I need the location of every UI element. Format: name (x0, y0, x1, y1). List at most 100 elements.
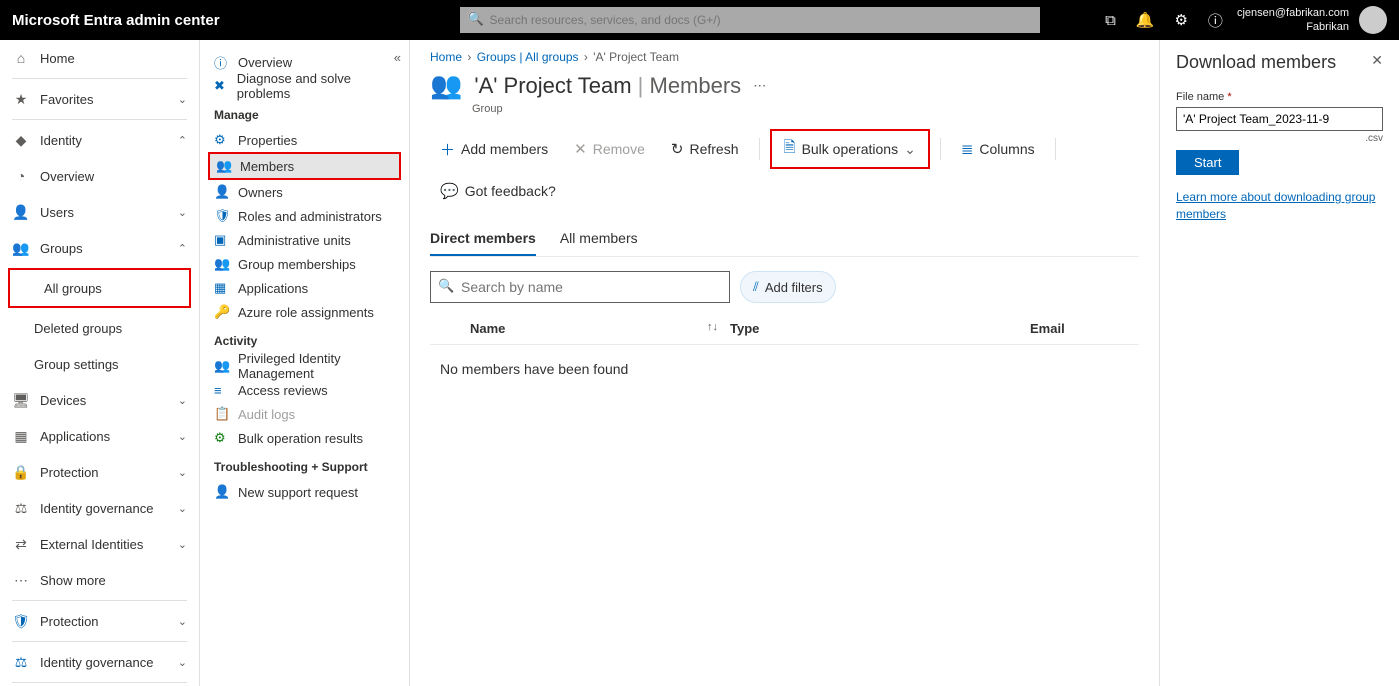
help-icon[interactable]: ⓘ (1208, 10, 1223, 31)
governance-icon: ⚖ (12, 500, 30, 517)
nav-users[interactable]: 👤Users⌄ (0, 194, 199, 230)
nav-protection-2[interactable]: 🛡Protection⌄ (0, 603, 199, 639)
table-header: Name ↑↓ Type Email (430, 313, 1139, 345)
crumb-home[interactable]: Home (430, 50, 462, 64)
admin-units-icon: ▣ (214, 232, 230, 248)
res-access-reviews[interactable]: ≡Access reviews (208, 378, 401, 402)
bulk-operations-button[interactable]: 🗎Bulk operations ⌄ (774, 133, 926, 165)
res-applications[interactable]: ▦Applications (208, 276, 401, 300)
roles-icon: 🛡 (214, 208, 230, 224)
nav-external-identities[interactable]: ⇄External Identities⌄ (0, 526, 199, 562)
res-diagnose[interactable]: ✖Diagnose and solve problems (208, 74, 401, 98)
nav-show-more[interactable]: ⋯Show more (0, 562, 199, 598)
account-info[interactable]: cjensen@fabrikan.com Fabrikan (1237, 6, 1349, 35)
settings-icon[interactable]: ⚙ (1174, 11, 1187, 29)
document-icon: 🗎 (784, 137, 796, 162)
filter-row: 🔍 ⫽Add filters (430, 271, 1139, 303)
res-group-memberships[interactable]: 👥Group memberships (208, 252, 401, 276)
breadcrumb: Home › Groups | All groups › 'A' Project… (430, 50, 1139, 64)
res-support[interactable]: 👤New support request (208, 480, 401, 504)
close-icon[interactable]: ✕ (1371, 52, 1383, 69)
res-members[interactable]: 👥Members (210, 154, 399, 178)
res-heading-manage: Manage (214, 108, 395, 122)
crumb-groups[interactable]: Groups | All groups (477, 50, 579, 64)
panel-title: Download members (1176, 52, 1336, 73)
refresh-button[interactable]: ↻Refresh (661, 133, 749, 165)
home-icon: ⌂ (12, 50, 30, 66)
col-email[interactable]: Email (1030, 321, 1065, 336)
tab-all-members[interactable]: All members (560, 222, 638, 256)
toolbar: ＋Add members ✕Remove ↻Refresh 🗎Bulk oper… (430, 129, 1139, 212)
identity-icon: ◆ (12, 132, 30, 149)
search-icon: 🔍 (468, 11, 484, 27)
download-panel: Download members ✕ File name * .csv Star… (1159, 40, 1399, 686)
global-search-input[interactable] (460, 7, 1040, 33)
start-button[interactable]: Start (1176, 150, 1239, 175)
chevron-up-icon: ⌃ (178, 242, 187, 255)
info-icon: ⓘ (214, 53, 230, 72)
external-icon: ⇄ (12, 536, 30, 553)
plus-icon: ＋ (440, 139, 455, 160)
nav-all-groups[interactable]: All groups (10, 270, 189, 306)
learn-more-link[interactable]: Learn more about downloading group membe… (1176, 189, 1383, 223)
res-audit-logs[interactable]: 📋Audit logs (208, 402, 401, 426)
page-subtitle: Group (472, 103, 1139, 115)
res-bulk-results[interactable]: ⚙Bulk operation results (208, 426, 401, 450)
collapse-resource-button[interactable]: « (394, 50, 401, 65)
tab-direct-members[interactable]: Direct members (430, 222, 536, 256)
tenant-name: Fabrikan (1237, 20, 1349, 34)
more-icon[interactable]: ⋯ (753, 78, 766, 94)
search-icon: 🔍 (438, 278, 454, 294)
res-pim[interactable]: 👥Privileged Identity Management (208, 354, 401, 378)
refresh-icon: ↻ (671, 140, 684, 158)
columns-button[interactable]: ≣Columns (951, 133, 1045, 165)
res-admin-units[interactable]: ▣Administrative units (208, 228, 401, 252)
nav-group-settings[interactable]: Group settings (0, 346, 199, 382)
nav-groups[interactable]: 👥Groups⌃ (0, 230, 199, 266)
page-title: 👥 'A' Project Team | Members ⋯ (430, 70, 1139, 101)
res-owners[interactable]: 👤Owners (208, 180, 401, 204)
file-extension: .csv (1176, 133, 1383, 144)
nav-deleted-groups[interactable]: Deleted groups (0, 310, 199, 346)
member-search-input[interactable] (430, 271, 730, 303)
notifications-icon[interactable]: 🔔 (1136, 11, 1155, 29)
nav-identity[interactable]: ◆Identity⌃ (0, 122, 199, 158)
res-azure-roles[interactable]: 🔑Azure role assignments (208, 300, 401, 324)
sort-icon[interactable]: ↑↓ (707, 321, 718, 336)
nav-applications[interactable]: ▦Applications⌄ (0, 418, 199, 454)
users-icon: 👤 (12, 204, 30, 221)
file-name-input[interactable] (1176, 107, 1383, 131)
owners-icon: 👤 (214, 184, 230, 200)
nav-id-governance[interactable]: ⚖Identity governance⌄ (0, 490, 199, 526)
nav-favorites[interactable]: ★Favorites⌄ (0, 81, 199, 117)
nav-protection[interactable]: 🔒Protection⌄ (0, 454, 199, 490)
nav-overview[interactable]: ◔Overview (0, 158, 199, 194)
highlight-all-groups: All groups (8, 268, 191, 308)
col-name[interactable]: Name (470, 321, 505, 336)
user-email: cjensen@fabrikan.com (1237, 6, 1349, 20)
brand: Microsoft Entra admin center (12, 12, 220, 29)
crumb-current: 'A' Project Team (593, 50, 679, 64)
lock-icon: 🔒 (12, 464, 30, 481)
feedback-button[interactable]: 💬Got feedback? (430, 175, 566, 207)
add-filters-button[interactable]: ⫽Add filters (740, 271, 836, 303)
nav-id-governance-2[interactable]: ⚖Identity governance⌄ (0, 644, 199, 680)
diagnose-icon: ✖ (214, 78, 229, 94)
res-roles[interactable]: 🛡Roles and administrators (208, 204, 401, 228)
title-section: Members (650, 73, 742, 98)
add-members-button[interactable]: ＋Add members (430, 133, 558, 165)
res-properties[interactable]: ⚙Properties (208, 128, 401, 152)
col-type[interactable]: Type (730, 321, 759, 336)
feedback-icon: 💬 (440, 182, 459, 200)
avatar[interactable] (1359, 6, 1387, 34)
copilot-icon[interactable]: ⧉ (1105, 12, 1116, 29)
empty-state: No members have been found (430, 345, 1139, 393)
highlight-members: 👥Members (208, 152, 401, 180)
nav-devices[interactable]: 🖥Devices⌄ (0, 382, 199, 418)
file-name-label: File name * (1176, 91, 1383, 103)
nav-home[interactable]: ⌂Home (0, 40, 199, 76)
support-icon: 👤 (214, 484, 230, 500)
overview-icon: ◔ (12, 168, 30, 184)
apps-icon: ▦ (12, 428, 30, 445)
res-heading-activity: Activity (214, 334, 395, 348)
